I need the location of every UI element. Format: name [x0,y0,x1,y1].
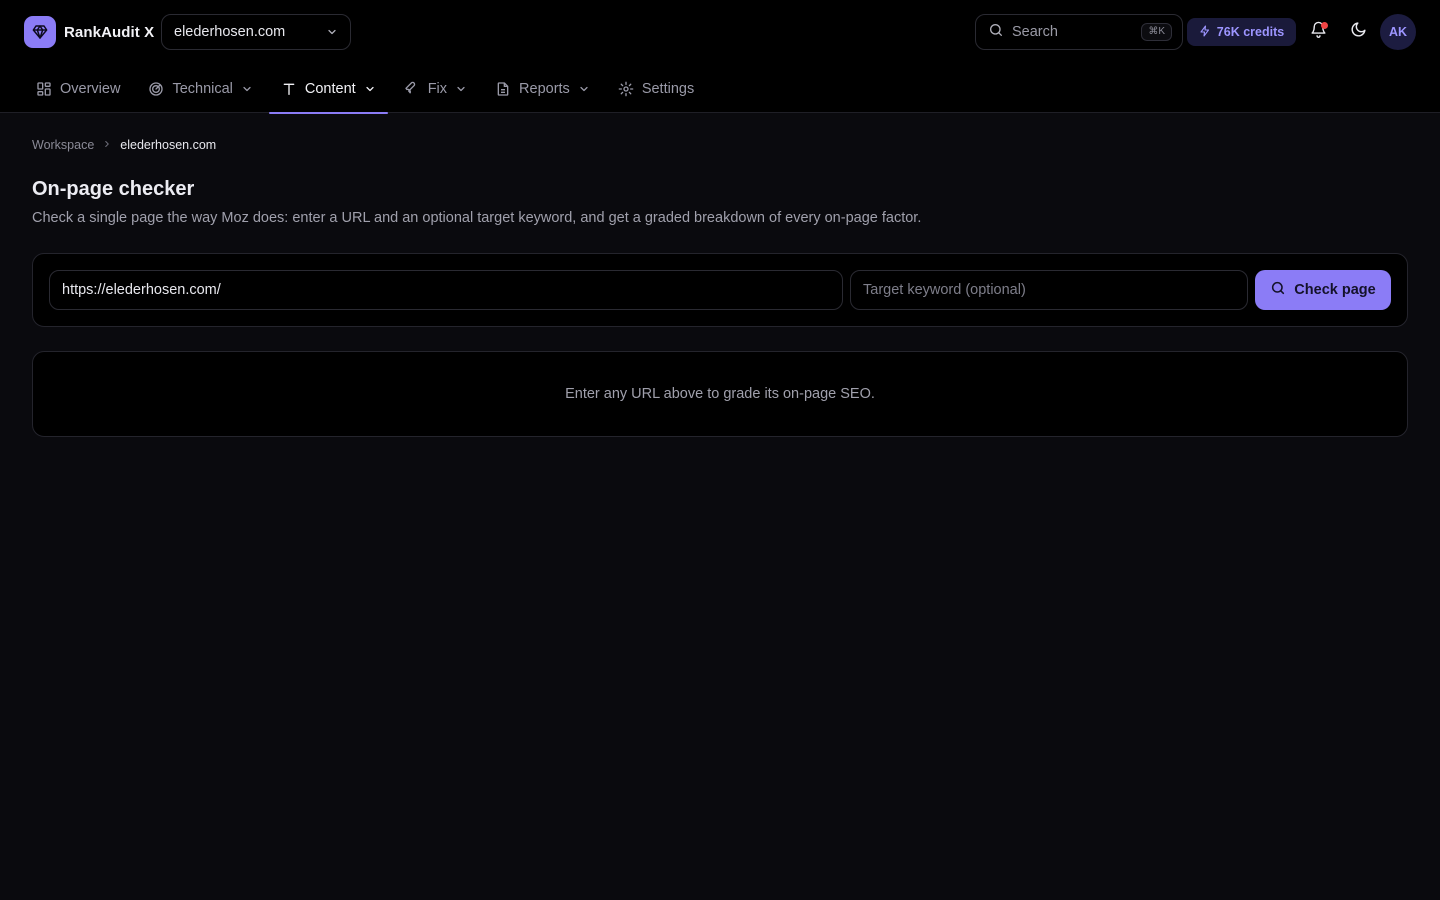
notification-dot [1321,22,1328,29]
site-selector[interactable]: elederhosen.com [161,14,351,50]
chevron-down-icon [241,83,253,95]
url-input[interactable]: https://elederhosen.com/ [49,270,843,310]
search-icon [988,22,1004,42]
check-page-label: Check page [1294,282,1376,298]
breadcrumb: Workspace elederhosen.com [32,137,216,153]
chevron-right-icon [102,138,112,152]
search-icon [1270,280,1286,300]
keyword-input-placeholder: Target keyword (optional) [863,282,1026,298]
grid-icon [36,81,52,97]
nav-item-reports[interactable]: Reports [483,64,602,113]
top-header: RankAudit X elederhosen.com Search ⌘K 76… [0,0,1440,114]
nav-item-label: Fix [427,80,448,97]
breadcrumb-workspace[interactable]: Workspace [32,138,94,152]
search-placeholder: Search [1012,24,1058,40]
gear-icon [618,81,634,97]
text-icon [281,81,297,97]
nav-item-label: Reports [519,80,570,97]
chevron-down-icon [578,83,590,95]
avatar-initials: AK [1388,25,1408,39]
nav-item-technical[interactable]: Technical [136,64,264,113]
radar-icon [148,81,164,97]
checker-form: https://elederhosen.com/ Target keyword … [32,253,1408,327]
search-box[interactable]: Search ⌘K [975,14,1183,50]
credits-label: 76K credits [1216,25,1285,39]
page-description: Check a single page the way Moz does: en… [32,210,922,226]
avatar[interactable]: AK [1380,14,1416,50]
breadcrumb-current: elederhosen.com [120,138,217,152]
page-title: On-page checker [32,178,195,200]
notifications-button[interactable] [1302,16,1334,48]
empty-state: Enter any URL above to grade its on-page… [32,351,1408,437]
app-name: RankAudit X [64,23,155,41]
chevron-down-icon [364,83,376,95]
theme-toggle-button[interactable] [1342,16,1374,48]
keyword-input[interactable]: Target keyword (optional) [850,270,1248,310]
check-page-button[interactable]: Check page [1255,270,1391,310]
diamond-logo-icon [24,16,56,48]
nav-item-label: Overview [60,80,121,97]
site-selector-value: elederhosen.com [174,24,286,40]
nav-item-label: Content [304,80,356,97]
brand[interactable]: RankAudit X [24,16,154,48]
nav-item-label: Settings [641,80,695,97]
moon-icon [1350,21,1367,43]
nav-item-settings[interactable]: Settings [606,64,706,113]
nav-item-fix[interactable]: Fix [392,64,479,113]
lightning-icon [1199,24,1211,40]
nav-item-content[interactable]: Content [268,64,388,114]
chevron-down-icon [455,83,467,95]
chevron-down-icon [326,26,338,42]
nav-item-overview[interactable]: Overview [24,64,132,113]
nav-item-label: Technical [172,80,233,97]
file-icon [495,81,511,97]
wrench-icon [404,81,420,97]
empty-state-message: Enter any URL above to grade its on-page… [565,386,875,402]
main-nav: Overview Technical Content Fix Reports S… [24,64,710,114]
url-input-value: https://elederhosen.com/ [62,282,221,298]
search-shortcut: ⌘K [1141,23,1172,41]
credits-badge[interactable]: 76K credits [1187,18,1296,46]
